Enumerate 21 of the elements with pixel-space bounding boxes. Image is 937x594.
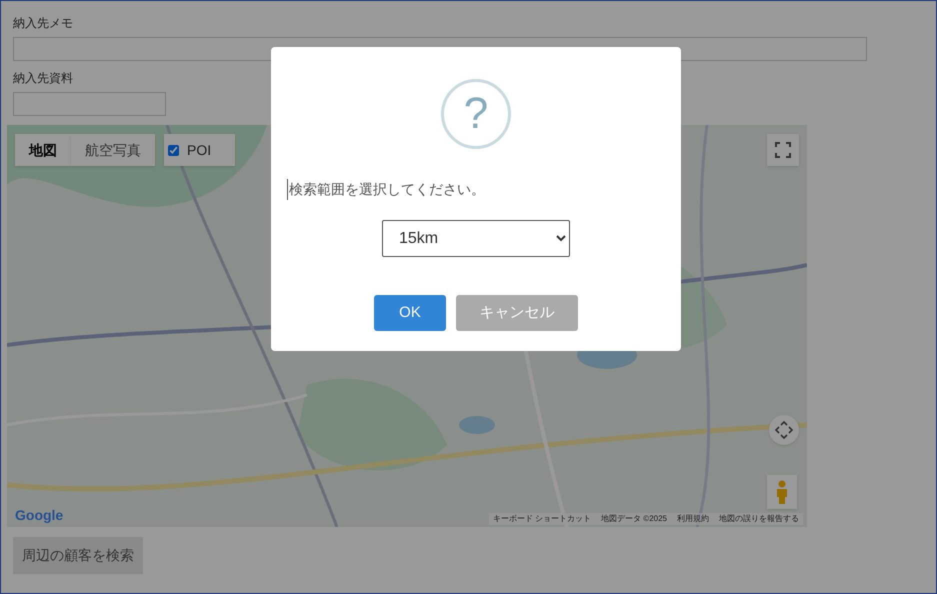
attribution-link[interactable]: 地図の誤りを報告する — [719, 514, 799, 524]
input-field[interactable] — [13, 92, 166, 116]
person-icon — [775, 480, 789, 504]
dialog-button[interactable]: OK — [374, 295, 446, 331]
field-label: 納入先資料 — [13, 70, 74, 86]
fullscreen-button[interactable] — [767, 134, 799, 166]
street-view-button[interactable] — [767, 475, 797, 509]
checkbox-label: POI — [187, 140, 212, 160]
move-arrows-icon — [775, 421, 793, 439]
attribution-link[interactable]: キーボード ショートカット — [492, 514, 592, 524]
attribution-link[interactable]: 地図データ ©2025 — [601, 514, 667, 524]
map-type-tab[interactable]: 地図 — [15, 134, 71, 166]
map-type-tab[interactable]: 航空写真 — [71, 134, 155, 166]
field-label: 納入先メモ — [13, 15, 74, 31]
dialog-prompt: 検索範囲を選択してください。 — [287, 179, 485, 200]
map-logo: Google — [15, 507, 64, 523]
poi-checkbox[interactable] — [168, 144, 179, 156]
range-select[interactable]: 15km — [382, 220, 570, 257]
question-icon: ? — [441, 79, 511, 149]
attribution-link[interactable]: 利用規約 — [677, 514, 709, 524]
fullscreen-icon — [775, 142, 791, 158]
